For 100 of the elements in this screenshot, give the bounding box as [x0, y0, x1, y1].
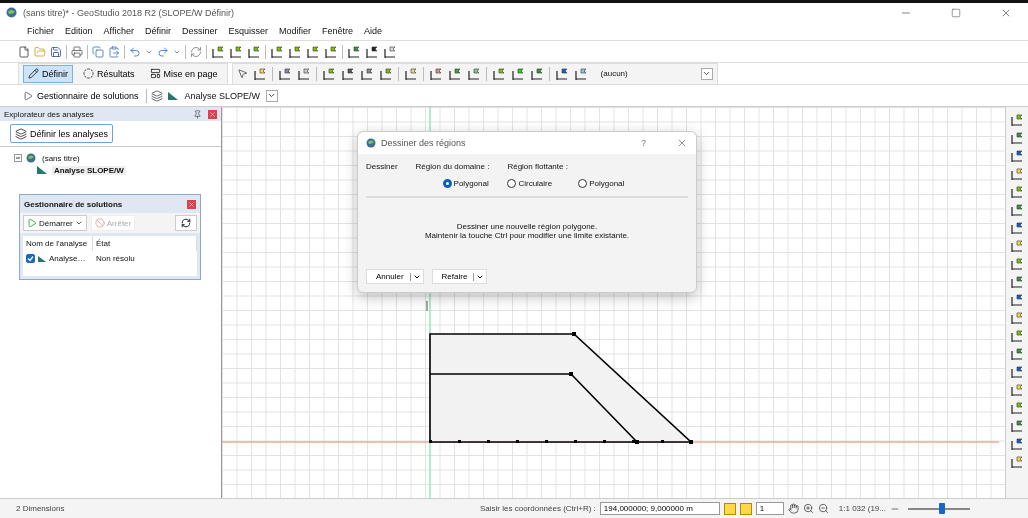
- flag-tool-icon[interactable]: [1010, 293, 1024, 307]
- caret-icon: [267, 91, 277, 100]
- close-button[interactable]: [208, 109, 217, 119]
- flag-tool-icon[interactable]: [554, 66, 569, 81]
- menu-item[interactable]: Définir: [139, 24, 176, 38]
- flag-tool-icon[interactable]: [1010, 419, 1024, 433]
- mode-button[interactable]: Mise en page: [144, 64, 223, 83]
- caret-icon: [74, 219, 83, 227]
- scale-text: 1:1 032 (19...: [838, 504, 886, 513]
- dialog-title: Dessiner des régions: [381, 138, 467, 148]
- flag-tool-icon[interactable]: [1010, 365, 1024, 379]
- snap-grid-icon[interactable]: [723, 502, 736, 515]
- radio-dot[interactable]: [578, 179, 588, 188]
- group-label: Région flottante :: [507, 162, 569, 171]
- radio-dot[interactable]: [442, 179, 452, 188]
- stop-icon: [94, 218, 105, 228]
- coordinate-field[interactable]: 194,000000; 9,000000 m: [599, 502, 720, 515]
- radio-option[interactable]: Polygonal: [442, 179, 489, 188]
- slope-icon: [37, 254, 47, 263]
- refresh-icon: [181, 218, 191, 228]
- close-icon: [209, 110, 216, 118]
- copy-icon[interactable]: [92, 45, 104, 58]
- grid-icon[interactable]: [739, 502, 752, 515]
- mode-button[interactable]: Résultats: [78, 64, 140, 83]
- app-logo-icon: [366, 138, 376, 148]
- close-icon[interactable]: [676, 137, 688, 149]
- save-icon[interactable]: [50, 45, 62, 58]
- column-header: État: [93, 236, 197, 251]
- flag-tool-icon[interactable]: [1010, 131, 1024, 145]
- tree-item[interactable]: Analyse SLOPE/W: [52, 165, 126, 175]
- analysis-combo[interactable]: Analyse SLOPE/W: [182, 86, 278, 105]
- radio-dot[interactable]: [507, 179, 517, 188]
- snap-value-field[interactable]: 1: [755, 502, 784, 515]
- radio-option[interactable]: Circulaire: [507, 179, 553, 188]
- undo-icon[interactable]: [129, 45, 141, 58]
- flag-tool-icon[interactable]: [1010, 275, 1024, 289]
- menu-item[interactable]: Afficher: [98, 24, 139, 38]
- draw-label: Dessiner: [366, 162, 398, 173]
- window-title: (sans titre)* - GeoStudio 2018 R2 (SLOPE/W Définir): [23, 7, 236, 18]
- coordinate-label: Saisir les coordonnées (Ctrl+R) :: [480, 504, 596, 513]
- flag-tool-icon[interactable]: [1010, 149, 1024, 163]
- menu-item[interactable]: Fenêtre: [316, 24, 358, 38]
- minus-icon: [15, 155, 21, 161]
- flag-tool-icon[interactable]: [1010, 437, 1024, 451]
- panel-title: Gestionnaire de solutions: [24, 199, 123, 209]
- slope-icon: [166, 90, 179, 101]
- split-button[interactable]: Annuler: [366, 269, 424, 284]
- menu-item[interactable]: Modifier: [273, 24, 316, 38]
- menu-item[interactable]: Dessiner: [176, 24, 223, 38]
- checkbox[interactable]: [26, 254, 35, 263]
- pointer-icon[interactable]: [236, 68, 248, 79]
- flag-tool-icon[interactable]: [347, 44, 361, 59]
- table-cell: Non résolu: [96, 254, 135, 263]
- flag-tool-icon[interactable]: [340, 66, 355, 81]
- redo-icon[interactable]: [157, 45, 169, 58]
- caret-icon: [702, 69, 712, 78]
- pin-icon[interactable]: [193, 109, 202, 119]
- printer-icon[interactable]: [71, 45, 83, 58]
- app-logo-icon: [6, 7, 17, 18]
- globe-icon: [26, 153, 36, 163]
- pencil-icon: [28, 68, 39, 79]
- tree-item[interactable]: (sans titre): [40, 153, 82, 163]
- close-icon: [188, 200, 195, 208]
- column-header: Nom de l'analyse: [23, 236, 93, 251]
- help-button[interactable]: ?: [641, 138, 671, 148]
- flag-tool-icon[interactable]: [359, 66, 374, 81]
- start-button[interactable]: Démarrer: [23, 215, 87, 231]
- paste-icon[interactable]: [108, 45, 120, 58]
- radio-option[interactable]: Polygonal: [578, 179, 625, 188]
- layers-icon[interactable]: [150, 89, 163, 102]
- hand-icon[interactable]: [787, 503, 799, 514]
- menu-item[interactable]: Fichier: [22, 24, 59, 38]
- table-cell: Analyse…: [49, 254, 86, 263]
- menu-item[interactable]: Aide: [359, 24, 387, 38]
- zoom-in-icon[interactable]: [802, 503, 814, 514]
- flag-tool-icon[interactable]: [1010, 203, 1024, 217]
- new-file-icon[interactable]: [18, 45, 30, 58]
- flag-tool-icon[interactable]: [1010, 221, 1024, 235]
- refresh-button[interactable]: [175, 215, 197, 231]
- flag-tool-icon[interactable]: [365, 44, 379, 59]
- page-layout-icon: [149, 68, 161, 79]
- define-analyses-button[interactable]: Définir les analyses: [10, 124, 114, 143]
- layers-icon: [15, 127, 27, 140]
- hint-text: Maintenir la touche Ctrl pour modifier une limite existante.: [424, 231, 630, 240]
- play-icon: [27, 218, 37, 228]
- refresh-icon[interactable]: [190, 45, 202, 58]
- dashed-circle-icon: [83, 68, 94, 79]
- mode-button[interactable]: Définir: [23, 64, 73, 83]
- status-text: 2 Dimensions: [16, 504, 66, 513]
- solution-manager-button[interactable]: Gestionnaire de solutions: [20, 86, 142, 105]
- panel-title: Explorateur des analyses: [4, 109, 94, 119]
- group-label: Région du domaine :: [415, 162, 490, 171]
- menu-item[interactable]: Edition: [60, 24, 98, 38]
- slider-thumb[interactable]: [939, 502, 946, 514]
- menu-item[interactable]: Esquisser: [223, 24, 273, 38]
- split-button[interactable]: Refaire: [431, 269, 488, 284]
- slope-icon: [36, 165, 48, 175]
- flag-tool-icon[interactable]: [1010, 347, 1024, 361]
- tree-toggle[interactable]: [14, 154, 22, 162]
- close-button[interactable]: [187, 199, 196, 209]
